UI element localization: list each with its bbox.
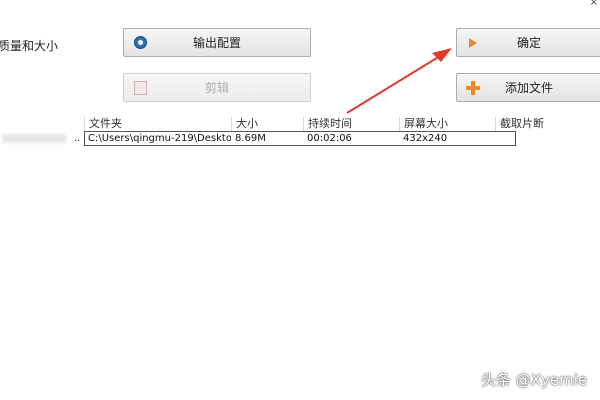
- watermark-text: 头条 @Xyemie: [481, 371, 588, 389]
- annotation-arrow: [346, 48, 452, 114]
- annotation-arrow-line: [346, 55, 441, 114]
